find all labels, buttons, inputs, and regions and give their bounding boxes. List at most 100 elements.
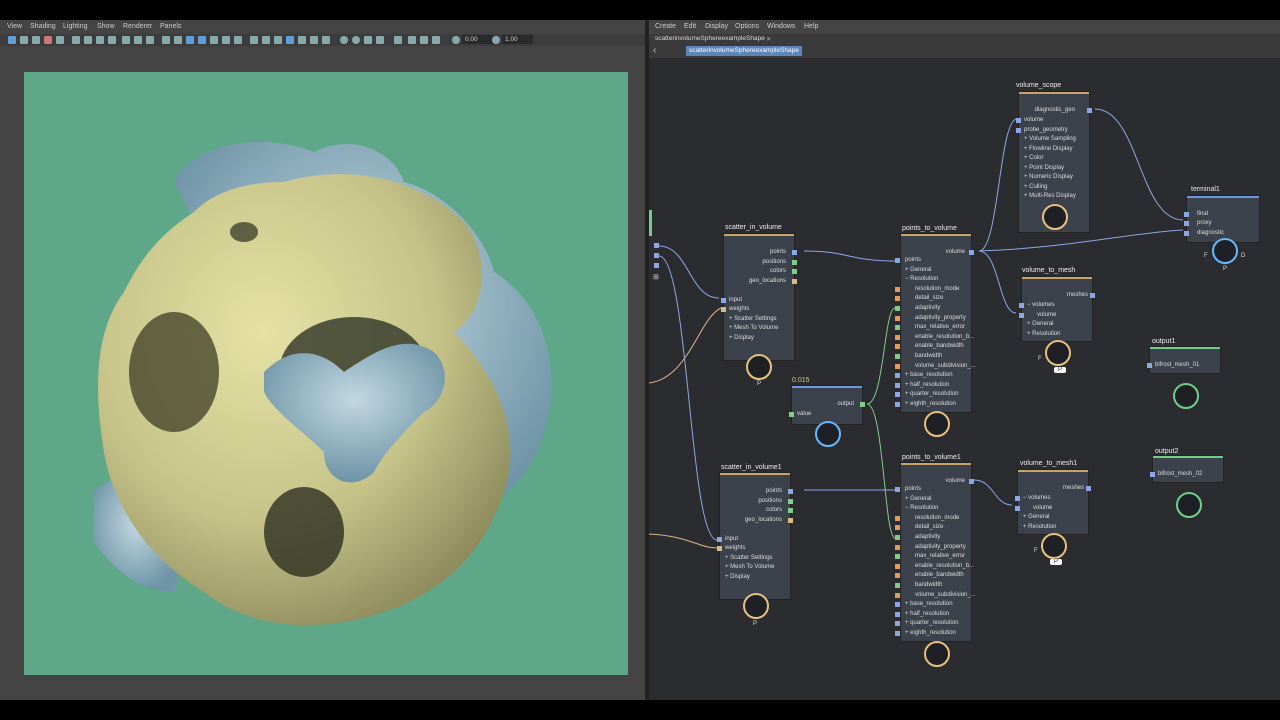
select-camera-icon[interactable] xyxy=(8,36,16,44)
input-port[interactable] xyxy=(895,383,900,388)
output-port[interactable] xyxy=(860,402,865,407)
proxy-flag[interactable]: P xyxy=(1054,367,1067,373)
input-port[interactable] xyxy=(895,402,900,407)
proxy-flag[interactable]: P xyxy=(1050,559,1063,565)
menu-create[interactable]: Create xyxy=(655,23,676,30)
output-port[interactable] xyxy=(788,518,793,523)
input-port[interactable] xyxy=(895,612,900,617)
input-port[interactable] xyxy=(721,307,726,312)
menu-lighting[interactable]: Lighting xyxy=(63,23,88,30)
input-port[interactable] xyxy=(895,631,900,636)
port-group[interactable]: + Flowline Display xyxy=(1024,146,1073,152)
input-port[interactable] xyxy=(895,621,900,626)
port-group[interactable]: + Display xyxy=(729,335,754,341)
input-port[interactable] xyxy=(895,306,900,311)
menu-edit[interactable]: Edit xyxy=(684,23,696,30)
input-port[interactable] xyxy=(789,412,794,417)
input-port[interactable] xyxy=(1150,472,1155,477)
input-port[interactable] xyxy=(1184,231,1189,236)
safe-action-icon[interactable] xyxy=(122,36,130,44)
final-flag[interactable]: F xyxy=(1038,356,1042,362)
input-port[interactable] xyxy=(895,602,900,607)
input-port[interactable] xyxy=(1184,212,1189,217)
input-port[interactable] xyxy=(721,298,726,303)
port-group[interactable]: + Color xyxy=(1024,155,1044,161)
menu-panels[interactable]: Panels xyxy=(160,23,181,30)
final-flag[interactable]: F xyxy=(1034,548,1038,554)
scatter-in-volume1-node[interactable]: points positions colors geo_locations in… xyxy=(717,473,793,599)
eye-icon[interactable] xyxy=(1212,238,1238,264)
port-group[interactable]: + Mesh To Volume xyxy=(729,325,778,331)
input-port[interactable] xyxy=(895,525,900,530)
input-port[interactable] xyxy=(895,344,900,349)
input-port[interactable] xyxy=(895,554,900,559)
snapshot-icon[interactable] xyxy=(408,36,416,44)
input-port[interactable] xyxy=(895,325,900,330)
port-group[interactable]: + Resolution xyxy=(1027,331,1061,337)
back-arrow-icon[interactable]: ‹ xyxy=(653,45,656,56)
port-group[interactable]: + Numeric Display xyxy=(1024,174,1073,180)
ipr-icon[interactable] xyxy=(432,36,440,44)
output-port[interactable] xyxy=(792,279,797,284)
color-management-icon[interactable] xyxy=(364,36,372,44)
input-port[interactable] xyxy=(895,487,900,492)
graph-canvas[interactable]: ⊞ volume_scope diagnostic_geo volume pro… xyxy=(649,58,1280,700)
xray-icon[interactable] xyxy=(262,36,270,44)
lights-icon[interactable] xyxy=(210,36,218,44)
input-port[interactable] xyxy=(1015,496,1020,501)
input-port[interactable] xyxy=(895,316,900,321)
output-port[interactable] xyxy=(788,489,793,494)
port-group[interactable]: + Mesh To Volume xyxy=(725,564,774,570)
edge-port[interactable] xyxy=(654,243,659,248)
gate-mask-icon[interactable] xyxy=(96,36,104,44)
port-group[interactable]: − Resolution xyxy=(905,276,939,282)
input-port[interactable] xyxy=(1147,363,1152,368)
proxy-flag[interactable]: P xyxy=(753,621,757,627)
input-port[interactable] xyxy=(895,516,900,521)
input-port[interactable] xyxy=(895,573,900,578)
field-chart-icon[interactable] xyxy=(108,36,116,44)
output-node[interactable]: bifrost_mesh_01 xyxy=(1147,347,1220,373)
resolution-gate-icon[interactable] xyxy=(84,36,92,44)
port-group[interactable]: + Scatter Settings xyxy=(729,316,777,322)
textured-icon[interactable] xyxy=(198,36,206,44)
exposure-icon[interactable] xyxy=(376,36,384,44)
float-value[interactable]: 0.015 xyxy=(792,377,810,384)
output-port[interactable] xyxy=(792,269,797,274)
volume-to-mesh-node[interactable]: meshes − volumes volume + General + Reso… xyxy=(1019,277,1095,341)
port-group[interactable]: + Volume Sampling xyxy=(1024,136,1076,142)
port-group[interactable]: + Culling xyxy=(1024,184,1048,190)
input-port[interactable] xyxy=(895,354,900,359)
antialias-icon[interactable] xyxy=(286,36,294,44)
input-port[interactable] xyxy=(895,392,900,397)
input-port[interactable] xyxy=(895,535,900,540)
port-group[interactable]: + General xyxy=(1027,321,1054,327)
port-group[interactable]: − volumes xyxy=(1023,495,1051,501)
input-port[interactable] xyxy=(1015,506,1020,511)
input-port[interactable] xyxy=(1019,303,1024,308)
output-port[interactable] xyxy=(792,260,797,265)
output-node[interactable]: bifrost_mesh_02 xyxy=(1150,456,1223,482)
bookmarks-icon[interactable] xyxy=(32,36,40,44)
input-port[interactable] xyxy=(895,583,900,588)
proxy-flag[interactable]: P xyxy=(757,381,761,387)
output-port[interactable] xyxy=(1090,293,1095,298)
edge-port[interactable] xyxy=(654,253,659,258)
output-port[interactable] xyxy=(788,499,793,504)
terminal-node[interactable]: final proxy diagnostic xyxy=(1184,196,1259,242)
xray-joints-icon[interactable] xyxy=(274,36,282,44)
menu-windows[interactable]: Windows xyxy=(767,23,795,30)
port-group[interactable]: + Multi-Res Display xyxy=(1024,193,1076,199)
hud-icon[interactable] xyxy=(322,36,330,44)
input-port[interactable] xyxy=(1016,118,1021,123)
graph-tab[interactable]: scatterinvolumeSphereexampleShape xyxy=(655,35,765,42)
value-node[interactable]: output value xyxy=(789,386,865,424)
menu-renderer[interactable]: Renderer xyxy=(123,23,152,30)
port-group[interactable]: − volumes xyxy=(1027,302,1055,308)
grid-icon[interactable] xyxy=(56,36,64,44)
input-port[interactable] xyxy=(895,364,900,369)
render-icon[interactable] xyxy=(420,36,428,44)
output-port[interactable] xyxy=(788,508,793,513)
texture-sphere-icon[interactable] xyxy=(352,36,360,44)
input-port[interactable] xyxy=(1019,313,1024,318)
